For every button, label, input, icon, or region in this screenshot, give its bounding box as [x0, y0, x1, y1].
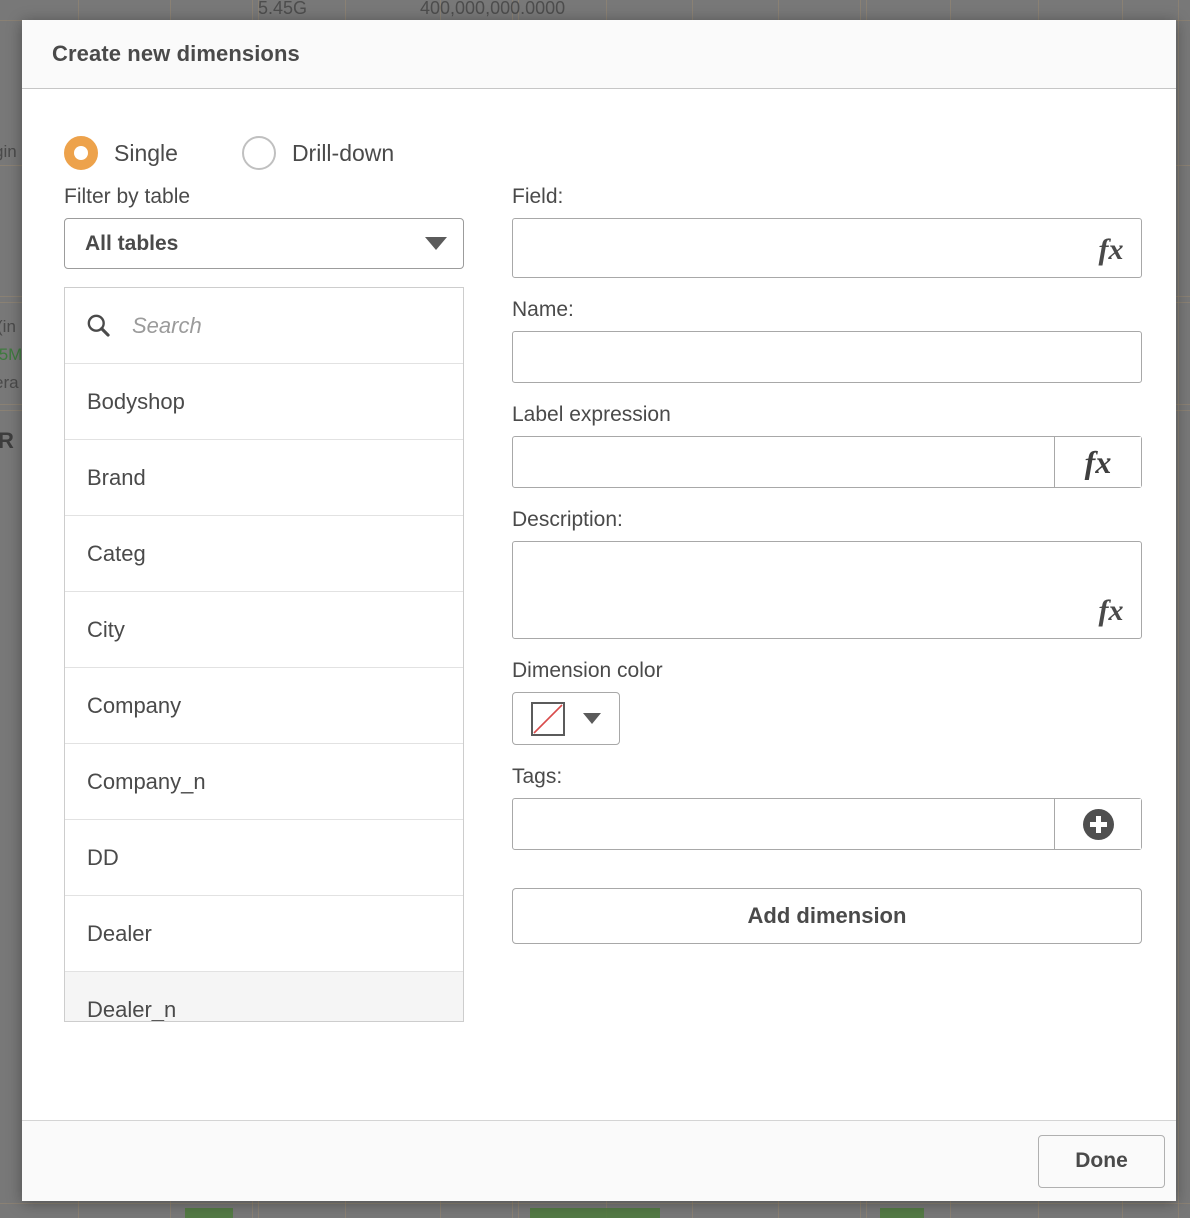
- dialog-footer: Done: [22, 1121, 1176, 1201]
- dimension-properties-panel: Field: fx Name: Label expression fx Desc…: [512, 185, 1142, 944]
- dialog-header: Create new dimensions: [22, 20, 1176, 89]
- dialog-title: Create new dimensions: [52, 41, 300, 66]
- label-expression-input[interactable]: [513, 437, 1054, 487]
- radio-selected-icon: [64, 136, 98, 170]
- tags-label: Tags:: [512, 765, 563, 788]
- field-input-wrap: fx: [512, 218, 1142, 278]
- field-browser-panel: Filter by table All tables Search Bodysh…: [64, 185, 464, 1022]
- background-text: .5M: [0, 345, 23, 364]
- radio-unselected-icon: [241, 136, 276, 170]
- label-expression-input-wrap: fx: [512, 436, 1142, 488]
- tags-group: Tags:: [512, 765, 1142, 850]
- done-button[interactable]: Done: [1038, 1134, 1165, 1188]
- background-text: 5.45G: [258, 0, 308, 18]
- table-filter-select[interactable]: All tables: [64, 218, 464, 269]
- background-text: (in: [0, 317, 16, 336]
- label-expression-editor-button[interactable]: fx: [1054, 437, 1141, 487]
- radio-option-drilldown[interactable]: Drill-down: [241, 136, 395, 170]
- background-text: 400,000,000.0000: [420, 0, 566, 18]
- dimension-color-label: Dimension color: [512, 659, 663, 682]
- name-group: Name:: [512, 298, 1142, 383]
- add-dimension-button[interactable]: Add dimension: [512, 888, 1142, 944]
- name-input[interactable]: [513, 332, 1141, 382]
- list-item[interactable]: DD: [65, 820, 463, 896]
- screen: 5.45G 400,000,000.0000 gin (in .5M era R Creat…: [0, 0, 1190, 1218]
- dialog-body: Single Drill-down Filter by table All ta…: [22, 89, 1176, 1121]
- chevron-down-icon: [425, 237, 447, 250]
- background-text: gin: [0, 142, 17, 161]
- search-icon: [87, 314, 110, 337]
- background-text: era: [0, 373, 19, 392]
- field-label: Field:: [512, 185, 564, 208]
- field-expression-icon[interactable]: fx: [1081, 219, 1141, 277]
- list-item[interactable]: Brand: [65, 440, 463, 516]
- description-group: Description: fx: [512, 508, 1142, 639]
- field-group: Field: fx: [512, 185, 1142, 278]
- field-input[interactable]: [513, 219, 1081, 277]
- radio-label-drilldown: Drill-down: [291, 139, 395, 166]
- tags-input-wrap: [512, 798, 1142, 850]
- list-item[interactable]: Dealer_n: [65, 972, 463, 1021]
- description-expression-icon[interactable]: fx: [1081, 542, 1141, 638]
- dimension-type-radio-group: Single Drill-down: [64, 136, 394, 170]
- name-input-wrap: [512, 331, 1142, 383]
- label-expression-group: Label expression fx: [512, 403, 1142, 488]
- description-input-wrap: fx: [512, 541, 1142, 639]
- description-input[interactable]: [513, 542, 1081, 638]
- filter-by-table-label: Filter by table: [64, 185, 191, 208]
- list-item[interactable]: Dealer: [65, 896, 463, 972]
- list-item[interactable]: Bodyshop: [65, 364, 463, 440]
- field-list-panel: BodyshopBrandCategCityCompanyCompany_nDD…: [64, 287, 464, 1022]
- tags-input[interactable]: [513, 799, 1054, 849]
- chevron-down-icon: [583, 713, 601, 724]
- no-color-swatch-icon: [531, 701, 565, 736]
- list-item[interactable]: City: [65, 592, 463, 668]
- label-expression-label: Label expression: [512, 403, 671, 426]
- name-label: Name:: [512, 298, 574, 321]
- background-text: R: [0, 428, 14, 453]
- list-item[interactable]: Company_n: [65, 744, 463, 820]
- create-dimensions-dialog: Create new dimensions Single Drill-down …: [22, 20, 1176, 1201]
- field-list: Bodyshop Brand Categ City Company Company_n DD…: [65, 364, 463, 1021]
- add-tag-button[interactable]: [1054, 799, 1141, 849]
- dialog-columns: Filter by table All tables Search Bodysh…: [22, 185, 1176, 1120]
- list-item[interactable]: Company: [65, 668, 463, 744]
- dimension-color-picker[interactable]: [512, 692, 620, 745]
- radio-label-single: Single: [114, 139, 178, 166]
- radio-option-single[interactable]: Single: [64, 136, 178, 170]
- search-input[interactable]: [130, 311, 414, 340]
- plus-circle-icon: [1082, 808, 1114, 840]
- dimension-color-group: Dimension color: [512, 659, 1142, 745]
- field-search-row[interactable]: [65, 288, 463, 364]
- table-filter-value: All tables: [85, 231, 179, 255]
- list-item[interactable]: Categ: [65, 516, 463, 592]
- description-label: Description:: [512, 508, 623, 531]
